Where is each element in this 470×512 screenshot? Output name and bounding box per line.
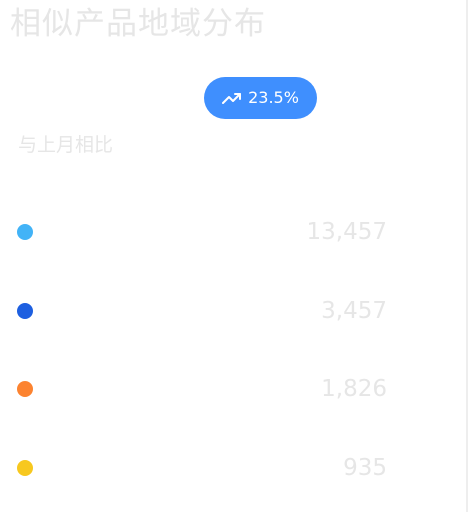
comparison-label: 与上月相比 xyxy=(18,134,114,156)
legend-value: 1,826 xyxy=(321,376,387,402)
legend-dot xyxy=(17,303,33,319)
trending-up-icon xyxy=(222,91,242,105)
legend-dot xyxy=(17,224,33,240)
panel-divider xyxy=(466,0,468,512)
legend-item: 1,826 xyxy=(0,369,466,409)
trend-badge: 23.5% xyxy=(204,77,317,119)
legend-item: 935 xyxy=(0,448,466,488)
legend-item: 3,457 xyxy=(0,291,466,331)
trend-percentage: 23.5% xyxy=(248,88,299,107)
legend-value: 13,457 xyxy=(306,219,387,245)
region-distribution-card: 相似产品地域分布 23.5% 与上月相比 13,457 3,457 1,826 … xyxy=(0,0,466,512)
legend-dot xyxy=(17,460,33,476)
legend-value: 3,457 xyxy=(321,298,387,324)
card-title: 相似产品地域分布 xyxy=(10,6,266,42)
legend-dot xyxy=(17,381,33,397)
legend-value: 935 xyxy=(343,455,387,481)
legend-item: 13,457 xyxy=(0,212,466,252)
